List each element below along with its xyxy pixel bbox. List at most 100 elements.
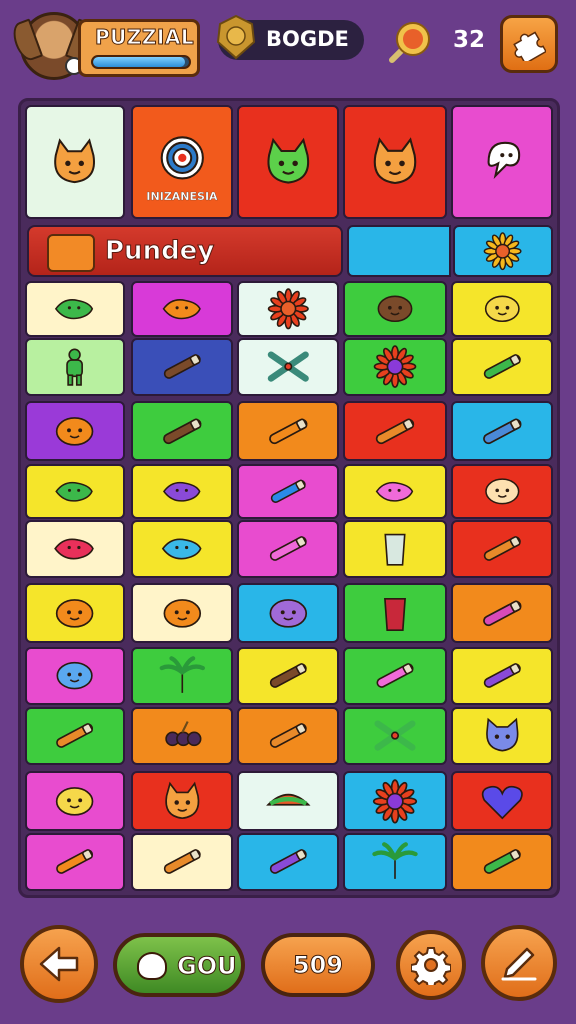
heart-icon bbox=[453, 773, 551, 829]
coin-icon bbox=[389, 22, 430, 63]
tile-green-fish[interactable] bbox=[25, 464, 125, 519]
tile-blue-cloud[interactable] bbox=[25, 647, 125, 705]
tile-orange-fruit[interactable] bbox=[25, 583, 125, 643]
tile-green-stick[interactable] bbox=[451, 338, 553, 396]
banner: Pundey bbox=[27, 225, 343, 277]
tile-brown-stick[interactable] bbox=[131, 338, 233, 396]
tile-crayon[interactable] bbox=[451, 401, 553, 461]
orange-cat-icon bbox=[345, 107, 445, 217]
tile-orange-cat[interactable] bbox=[343, 105, 447, 219]
tile-taco[interactable] bbox=[237, 771, 339, 831]
tile-yellow-chick[interactable] bbox=[25, 771, 125, 831]
orange-fish-icon bbox=[133, 283, 231, 335]
tile-red-flower[interactable] bbox=[343, 338, 447, 396]
go-button[interactable]: GOU bbox=[113, 933, 245, 997]
tile-orange-cat[interactable] bbox=[131, 771, 233, 831]
grapes-icon bbox=[133, 709, 231, 763]
edit-button[interactable] bbox=[481, 925, 557, 1001]
score-label: 509 bbox=[292, 951, 344, 980]
crayon-icon bbox=[453, 403, 551, 459]
tile-brown-blob[interactable] bbox=[343, 281, 447, 337]
tile-gun[interactable] bbox=[343, 401, 447, 461]
tile-pink-crayon[interactable] bbox=[451, 583, 553, 643]
gun-icon bbox=[345, 403, 445, 459]
puzzle-board: INIZANESIA Pundey bbox=[18, 98, 560, 898]
green-cat-icon bbox=[239, 107, 337, 217]
palm-icon bbox=[345, 835, 445, 889]
tile-blue-cat[interactable] bbox=[451, 707, 553, 765]
tile-scissors[interactable] bbox=[343, 707, 447, 765]
tile-knife[interactable] bbox=[25, 707, 125, 765]
cat-face-icon bbox=[27, 107, 123, 217]
hammer-icon bbox=[239, 709, 337, 763]
tile-green-crossed[interactable] bbox=[237, 338, 339, 396]
app-title: PUZZIAL bbox=[94, 25, 195, 50]
tile-red-flower[interactable] bbox=[343, 771, 447, 831]
left-wing-icon bbox=[8, 18, 44, 64]
tile-target-logo[interactable]: INIZANESIA bbox=[131, 105, 233, 219]
tile-peach-face[interactable] bbox=[451, 464, 553, 519]
tile-green-stick[interactable] bbox=[451, 833, 553, 891]
tile-pink-fish[interactable] bbox=[343, 464, 447, 519]
green-figure-icon bbox=[27, 340, 123, 394]
pink-crayon-icon bbox=[453, 585, 551, 641]
tile-yellow-face[interactable] bbox=[451, 281, 553, 337]
tile-purple-stick[interactable] bbox=[237, 833, 339, 891]
tile-ghost[interactable] bbox=[451, 105, 553, 219]
green-fish-icon bbox=[27, 466, 123, 517]
red-pot-icon bbox=[345, 585, 445, 641]
tile-purple-creature[interactable] bbox=[237, 583, 339, 643]
blue-cat-icon bbox=[453, 709, 551, 763]
tile-purple-stick[interactable] bbox=[451, 647, 553, 705]
purple-lizard-icon bbox=[133, 466, 231, 517]
tile-cat-face[interactable] bbox=[25, 105, 125, 219]
tile-brown-stick[interactable] bbox=[237, 647, 339, 705]
tile-wand[interactable] bbox=[131, 833, 233, 891]
gear-icon bbox=[411, 947, 451, 985]
orange-blob-icon bbox=[27, 403, 123, 459]
brown-blob-icon bbox=[345, 283, 445, 335]
banner-text: Pundey bbox=[104, 236, 215, 267]
tile-heart[interactable] bbox=[451, 771, 553, 831]
orange-stick-icon bbox=[239, 403, 337, 459]
pink-stick-icon bbox=[239, 522, 337, 576]
tile-sunflower[interactable] bbox=[453, 225, 553, 277]
pen-icon bbox=[453, 522, 551, 576]
brown-stick-icon bbox=[239, 649, 337, 703]
red-candy-icon bbox=[27, 522, 123, 576]
tile-orange-stick[interactable] bbox=[25, 833, 125, 891]
tile-grapes[interactable] bbox=[131, 707, 233, 765]
tile-pink-stick[interactable] bbox=[237, 520, 339, 578]
glove-icon bbox=[345, 522, 445, 576]
purple-creature-icon bbox=[239, 585, 337, 641]
back-button[interactable] bbox=[20, 925, 98, 1003]
tile-pink-tool[interactable] bbox=[343, 647, 447, 705]
tile-red-sun[interactable] bbox=[237, 281, 339, 337]
tile-palm[interactable] bbox=[343, 833, 447, 891]
tile-red-candy[interactable] bbox=[25, 520, 125, 578]
tile-green-cat[interactable] bbox=[237, 105, 339, 219]
tile-purple-lizard[interactable] bbox=[131, 464, 233, 519]
tile-red-pot[interactable] bbox=[343, 583, 447, 643]
tile-orange-fish[interactable] bbox=[131, 281, 233, 337]
tile-pen[interactable] bbox=[451, 520, 553, 578]
tile-palm[interactable] bbox=[131, 647, 233, 705]
rank-emblem-icon bbox=[216, 14, 256, 60]
tile-orange-bird[interactable] bbox=[131, 583, 233, 643]
tile-orange-stick[interactable] bbox=[237, 401, 339, 461]
orange-bird-icon bbox=[133, 585, 231, 641]
tile-green-figure[interactable] bbox=[25, 338, 125, 396]
puzzle-button[interactable] bbox=[500, 15, 558, 73]
tile-hammer[interactable] bbox=[237, 707, 339, 765]
tile-glove[interactable] bbox=[343, 520, 447, 578]
score-button[interactable]: 509 bbox=[261, 933, 375, 997]
tube-icon bbox=[239, 466, 337, 517]
tile-brown-log[interactable] bbox=[131, 401, 233, 461]
brown-stick-icon bbox=[133, 340, 231, 394]
settings-button[interactable] bbox=[396, 930, 466, 1000]
tile-blue-bone[interactable] bbox=[131, 520, 233, 578]
top-bar: PUZZIAL BOGDE 32 bbox=[0, 0, 576, 95]
tile-orange-blob[interactable] bbox=[25, 401, 125, 461]
tile-green-fish[interactable] bbox=[25, 281, 125, 337]
tile-tube[interactable] bbox=[237, 464, 339, 519]
